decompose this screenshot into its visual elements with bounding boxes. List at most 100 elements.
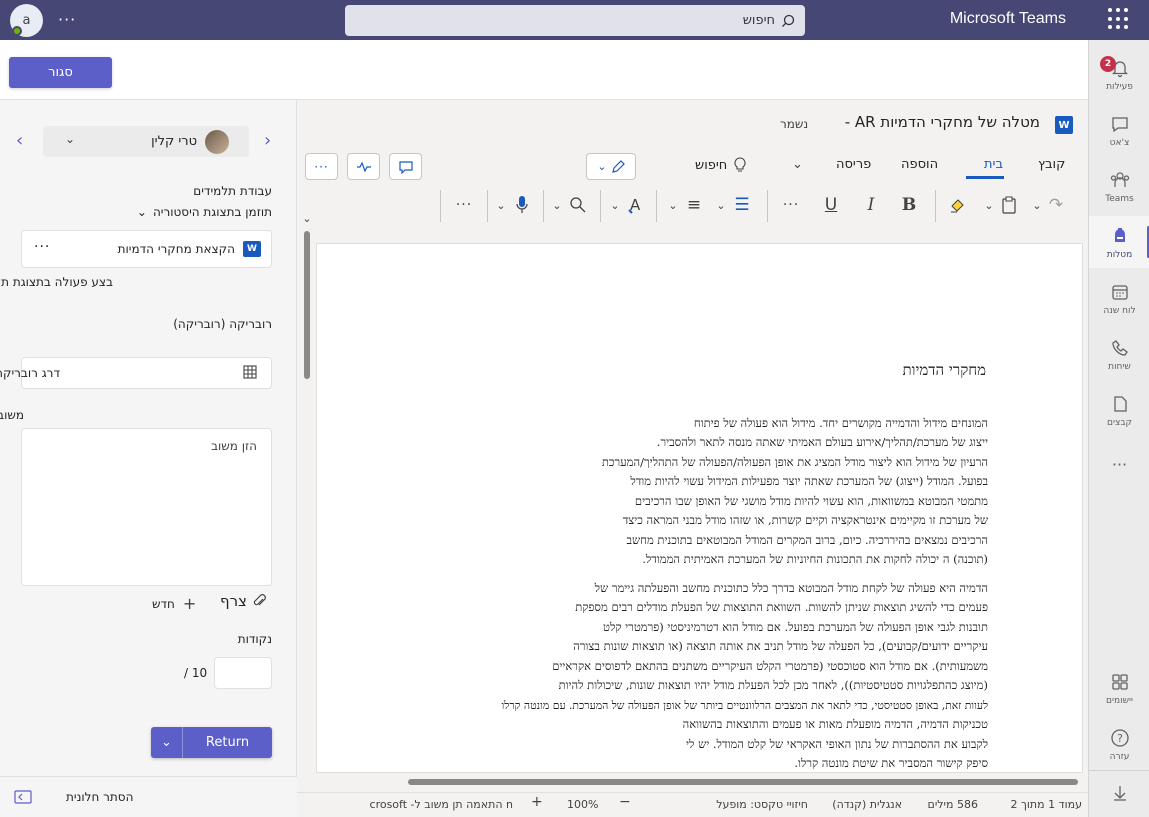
rail-item-files[interactable]: קבצים <box>1089 384 1149 436</box>
underline-icon[interactable]: U <box>820 193 842 217</box>
text-predictions-status[interactable]: חיזויי טקסט: מופעל <box>716 798 808 811</box>
search-icon <box>782 14 795 27</box>
rail-item-help[interactable]: ? עזרה <box>1089 718 1149 770</box>
comments-button[interactable] <box>389 153 422 180</box>
chevron-down-icon[interactable]: ⌄ <box>714 193 728 217</box>
history-toggle[interactable]: תוזמן בתצוגת היסטוריה ⌄ <box>100 205 272 219</box>
save-status: נשמר <box>780 117 809 131</box>
paragraph-line: המונחים מידול והדמייה מקושרים יחד. מידול… <box>693 416 988 430</box>
attachment-name: הקצאת מחקרי הדמיות <box>117 242 235 256</box>
zoom-out-icon[interactable]: − <box>619 794 631 810</box>
ribbon-divider <box>935 190 936 222</box>
hide-panel-label: הסתר חלונית <box>66 790 134 804</box>
student-name: טרי קלין <box>151 134 197 149</box>
dictate-icon[interactable] <box>510 193 534 217</box>
format-painter-icon[interactable] <box>946 193 970 217</box>
tell-me-search[interactable]: חיפוש <box>695 157 747 173</box>
rail-item-assignments[interactable]: מטלות <box>1089 216 1149 268</box>
bold-icon[interactable]: B <box>898 193 920 217</box>
search-input[interactable]: חיפוש <box>345 5 805 36</box>
close-button[interactable]: סגור <box>9 57 112 88</box>
points-input[interactable] <box>214 657 272 689</box>
rail-item-apps[interactable]: יישומים <box>1089 662 1149 714</box>
student-selector[interactable]: ⌄ טרי קלין <box>43 126 249 157</box>
rail-item-chat[interactable]: צ'אט <box>1089 104 1149 156</box>
paragraph-line: של מערכת זו מקיימים אינטראקציה וקיים קשר… <box>622 513 988 527</box>
vertical-scrollbar[interactable] <box>304 231 310 379</box>
redo-icon[interactable]: ↷ <box>1046 193 1066 217</box>
return-button[interactable]: ⌄ Return <box>151 727 272 758</box>
styles-icon[interactable]: A <box>624 193 648 217</box>
pencil-icon <box>611 159 625 173</box>
hide-panel-button[interactable]: הסתר חלונית <box>0 776 297 817</box>
document-title[interactable]: מטלה של מחקרי הדמיות AR - <box>840 113 1040 131</box>
paragraph-line: הדמיה היא פעולה של לקחת מודל המבוטא בדרך… <box>594 581 988 595</box>
download-icon[interactable] <box>1089 770 1149 815</box>
rail-label: עזרה <box>1109 751 1130 762</box>
chat-icon <box>1109 113 1131 135</box>
more-icon: ··· <box>1111 454 1128 474</box>
user-avatar[interactable]: a <box>10 4 43 37</box>
document-heading: מחקרי הדמיות <box>902 361 986 379</box>
chevron-down-icon[interactable]: ⌄ <box>982 193 996 217</box>
plus-icon: + <box>182 594 197 613</box>
rail-label: מטלות <box>1106 249 1133 260</box>
rail-item-teams[interactable]: Teams <box>1089 160 1149 212</box>
chevron-down-icon[interactable]: ⌄ <box>494 193 508 217</box>
attach-button[interactable]: צרף <box>220 592 267 610</box>
chevron-down-icon[interactable]: ⌄ <box>550 193 564 217</box>
zoom-in-icon[interactable]: + <box>531 794 543 810</box>
chevron-down-icon[interactable]: ⌄ <box>608 193 622 217</box>
chevron-down-icon[interactable]: ⌄ <box>1030 193 1044 217</box>
feedback-link[interactable]: n התאמה תן משוב ל- Microsoft <box>369 798 513 811</box>
tab-insert[interactable]: הוספה <box>901 157 938 172</box>
app-rail: 2 פעילות צ'אט Teams מטלות לוח שנה שיחות <box>1088 40 1149 817</box>
more-options-icon[interactable]: ··· <box>34 239 50 255</box>
chevron-down-icon[interactable]: ⌄ <box>151 727 183 758</box>
ribbon-divider <box>656 190 657 222</box>
presence-available-icon <box>12 26 22 36</box>
rail-item-calls[interactable]: שיחות <box>1089 328 1149 380</box>
rail-item-activity[interactable]: 2 פעילות <box>1089 48 1149 100</box>
chevron-down-icon[interactable]: ⌄ <box>666 193 680 217</box>
italic-icon[interactable]: I <box>860 193 882 217</box>
activity-button[interactable] <box>347 153 380 180</box>
history-label: תוזמן בתצוגת היסטוריה <box>152 205 272 219</box>
chevron-down-icon: ⌄ <box>65 132 76 146</box>
more-options-icon[interactable]: ··· <box>58 10 76 29</box>
zoom-level[interactable]: 100% <box>567 798 598 811</box>
language-status[interactable]: אנגלית (קנדה) <box>832 798 902 811</box>
tab-layout[interactable]: פריסה <box>836 157 871 172</box>
search-placeholder: חיפוש <box>742 13 775 28</box>
tab-home[interactable]: בית <box>984 157 1003 172</box>
comment-icon <box>398 160 413 174</box>
rail-item-more[interactable]: ··· <box>1089 438 1149 490</box>
next-student-icon[interactable]: › <box>264 130 271 151</box>
bullets-icon[interactable]: ☰ <box>730 193 754 217</box>
more-actions-button[interactable]: ··· <box>305 153 338 180</box>
tab-file[interactable]: קובץ <box>1038 157 1065 172</box>
rail-label: קבצים <box>1107 417 1132 428</box>
rail-label: צ'אט <box>1109 137 1130 148</box>
chevron-down-icon[interactable]: ⌄ <box>792 157 803 172</box>
word-logo-icon: W <box>1055 116 1073 134</box>
horizontal-scrollbar[interactable] <box>408 779 1078 785</box>
paragraph-line: ייצוג של מערכת/תהליך/אירוע בעולם האמיתי … <box>656 435 988 449</box>
rail-item-calendar[interactable]: לוח שנה <box>1089 272 1149 324</box>
attachment-card[interactable]: ··· הקצאת מחקרי הדמיות W <box>21 230 272 268</box>
new-button[interactable]: חדש + <box>152 594 196 613</box>
word-file-icon: W <box>243 241 261 257</box>
paragraph-line: פעמים כדי להשיג תוצאות שניתן להשוות. השו… <box>575 600 988 614</box>
more-font-icon[interactable]: ··· <box>778 193 804 217</box>
align-icon[interactable]: ≡ <box>682 193 706 217</box>
find-icon[interactable] <box>566 193 590 217</box>
expand-ribbon-icon[interactable]: ⌄ <box>300 206 314 230</box>
app-launcher-icon[interactable] <box>1108 8 1130 30</box>
feedback-input[interactable]: הזן משוב <box>21 428 272 586</box>
paragraph-line: (מיוצג כהתפלגויות סטטיסטיות)), לאחר מכן … <box>558 678 988 692</box>
previous-student-icon[interactable]: ‹ <box>16 130 23 151</box>
paste-icon[interactable] <box>998 193 1020 217</box>
rubric-value: דרג רובריקה <box>0 366 60 380</box>
more-ribbon-icon[interactable]: ··· <box>450 193 478 217</box>
editing-mode-button[interactable]: ⌄ <box>586 153 636 180</box>
